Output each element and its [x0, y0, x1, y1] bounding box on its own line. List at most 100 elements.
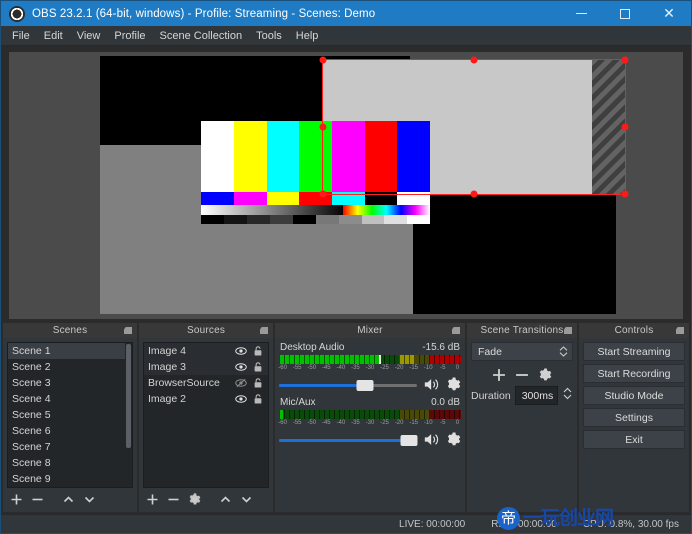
meter-tick-label: -45 [321, 365, 331, 371]
meter-peak-indicator [379, 355, 382, 364]
menu-file[interactable]: File [5, 27, 37, 45]
float-dock-icon[interactable] [124, 327, 132, 334]
slider-knob[interactable] [400, 434, 418, 446]
slider-knob[interactable] [356, 379, 374, 391]
preview-container [1, 46, 691, 323]
meter-tick-label: -20 [394, 365, 404, 371]
remove-transition-button[interactable] [513, 366, 532, 383]
source-item-icons [235, 393, 264, 405]
chevron-updown-icon[interactable] [557, 346, 570, 357]
speaker-icon[interactable] [423, 377, 440, 392]
menu-help[interactable]: Help [289, 27, 326, 45]
move-source-down-button[interactable] [237, 491, 256, 508]
gear-icon[interactable] [446, 377, 461, 392]
scene-list-item[interactable]: Scene 2 [8, 359, 132, 375]
meter-tick-label: -50 [307, 365, 317, 371]
scenes-dock: Scenes Scene 1 Scene 2 Scene 3 Scene 4 S… [3, 323, 137, 512]
eye-hidden-icon[interactable] [235, 377, 247, 389]
transition-properties-button[interactable] [536, 366, 555, 383]
mixer-dock-title: Mixer [357, 325, 383, 336]
meter-tick-label: -5 [440, 365, 446, 371]
lock-unlocked-icon[interactable] [252, 377, 264, 389]
source-properties-button[interactable] [185, 491, 204, 508]
scene-list-item[interactable]: Scene 3 [8, 375, 132, 391]
scene-list-item[interactable]: Scene 1 [8, 343, 132, 359]
source-list-item[interactable]: Image 3 [144, 359, 268, 375]
duration-stepper-icon[interactable] [562, 387, 573, 405]
menu-view[interactable]: View [70, 27, 108, 45]
remove-source-button[interactable] [164, 491, 183, 508]
add-transition-button[interactable] [490, 366, 509, 383]
float-dock-icon[interactable] [452, 327, 460, 334]
settings-button[interactable]: Settings [583, 408, 685, 427]
scenes-scrollbar[interactable] [125, 343, 132, 487]
meter-tick-label: -50 [307, 420, 317, 426]
float-dock-icon[interactable] [564, 327, 572, 334]
preview-canvas[interactable] [9, 52, 683, 319]
transition-selected-value: Fade [478, 345, 502, 358]
lock-unlocked-icon[interactable] [252, 361, 264, 373]
source-list-item[interactable]: BrowserSource [144, 375, 268, 391]
float-dock-icon[interactable] [676, 327, 684, 334]
meter-tick-label: -40 [336, 365, 346, 371]
scene-list-item[interactable]: Scene 6 [8, 423, 132, 439]
scene-label: Scene 9 [12, 473, 51, 485]
studio-mode-button[interactable]: Studio Mode [583, 386, 685, 405]
lock-unlocked-icon[interactable] [252, 345, 264, 357]
menu-profile[interactable]: Profile [107, 27, 152, 45]
sources-list[interactable]: Image 4 Image 3 BrowserSource Image 2 [143, 342, 269, 488]
volume-slider[interactable] [279, 434, 418, 446]
close-button[interactable]: ✕ [647, 1, 691, 26]
minimize-button[interactable] [559, 1, 603, 26]
duration-input[interactable]: 300ms [514, 386, 558, 405]
volume-slider[interactable] [279, 379, 417, 391]
menu-scene-collection[interactable]: Scene Collection [153, 27, 250, 45]
lock-unlocked-icon[interactable] [252, 393, 264, 405]
scene-list-item[interactable]: Scene 5 [8, 407, 132, 423]
exit-button[interactable]: Exit [583, 430, 685, 449]
sources-dock-title: Sources [186, 325, 226, 336]
scene-list-item[interactable]: Scene 8 [8, 455, 132, 471]
start-recording-button[interactable]: Start Recording [583, 364, 685, 383]
meter-tick-label: -20 [394, 420, 404, 426]
mixer-channel-desktop-audio: Desktop Audio -15.6 dB -60 -55 -50 -45 -… [278, 342, 461, 397]
transitions-dock-title: Scene Transitions [480, 325, 564, 336]
color-bars-secondary [201, 192, 431, 205]
float-dock-icon[interactable] [260, 327, 268, 334]
move-source-up-button[interactable] [216, 491, 235, 508]
source-label: Image 3 [148, 361, 186, 373]
scene-list-item[interactable]: Scene 9 [8, 471, 132, 487]
mixer-dock: Mixer Desktop Audio -15.6 dB -60 -55 -50… [275, 323, 465, 512]
status-rec-time: REC: 00:00:00 [491, 518, 557, 530]
eye-visible-icon[interactable] [235, 361, 247, 373]
mixer-dock-body: Desktop Audio -15.6 dB -60 -55 -50 -45 -… [275, 338, 465, 512]
eye-visible-icon[interactable] [235, 393, 247, 405]
meter-ticks [279, 410, 461, 419]
transition-select[interactable]: Fade [471, 342, 573, 361]
remove-scene-button[interactable] [28, 491, 47, 508]
gear-icon[interactable] [446, 432, 461, 447]
source-list-item[interactable]: Image 4 [144, 343, 268, 359]
scenes-scrollbar-thumb[interactable] [126, 344, 131, 448]
mixer-dock-titlebar: Mixer [275, 323, 465, 338]
menu-tools[interactable]: Tools [249, 27, 289, 45]
scene-label: Scene 1 [12, 345, 51, 357]
move-scene-down-button[interactable] [80, 491, 99, 508]
scenes-list[interactable]: Scene 1 Scene 2 Scene 3 Scene 4 Scene 5 … [7, 342, 133, 488]
menu-edit[interactable]: Edit [37, 27, 70, 45]
source-list-item[interactable]: Image 2 [144, 391, 268, 407]
eye-visible-icon[interactable] [235, 345, 247, 357]
scene-label: Scene 4 [12, 393, 51, 405]
scene-list-item[interactable]: Scene 7 [8, 439, 132, 455]
smpte-color-bars[interactable] [201, 121, 431, 225]
move-scene-up-button[interactable] [59, 491, 78, 508]
transitions-dock: Scene Transitions Fade Duration 300ms [467, 323, 577, 512]
source-item-icons [235, 361, 264, 373]
speaker-icon[interactable] [423, 432, 440, 447]
maximize-button[interactable] [603, 1, 647, 26]
add-scene-button[interactable] [7, 491, 26, 508]
add-source-button[interactable] [143, 491, 162, 508]
scene-list-item[interactable]: Scene 4 [8, 391, 132, 407]
title-bar: OBS 23.2.1 (64-bit, windows) - Profile: … [1, 1, 691, 26]
start-streaming-button[interactable]: Start Streaming [583, 342, 685, 361]
